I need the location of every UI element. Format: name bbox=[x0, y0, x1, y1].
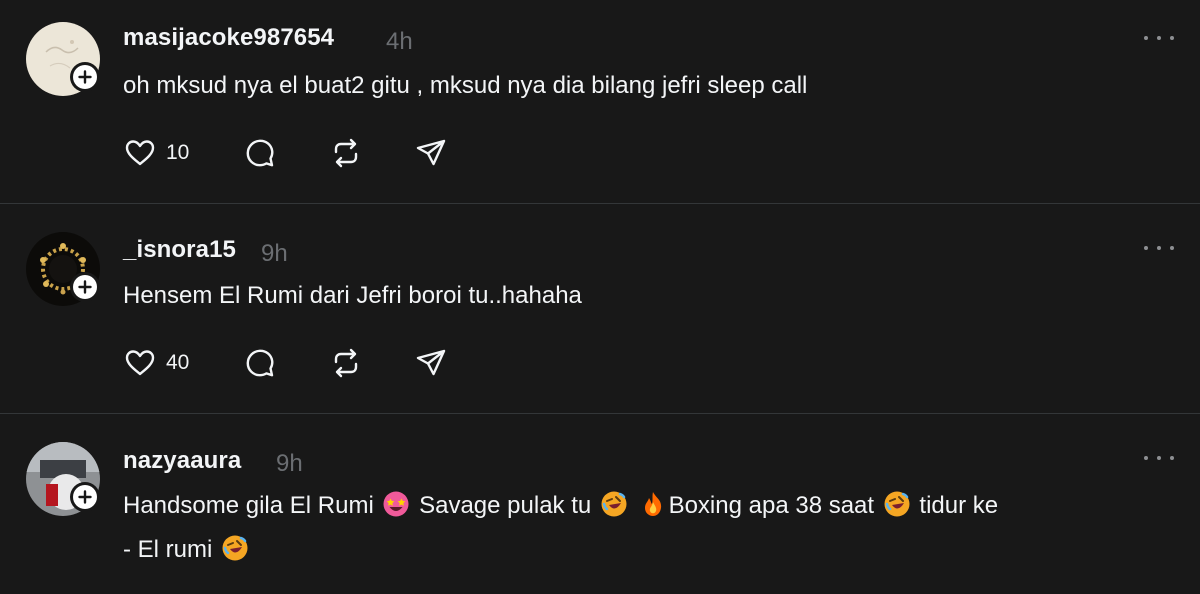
follow-button[interactable] bbox=[70, 482, 100, 512]
follow-button[interactable] bbox=[70, 62, 100, 92]
plus-icon bbox=[78, 70, 92, 84]
avatar-wrap[interactable] bbox=[26, 22, 100, 96]
fire-emoji-icon bbox=[644, 492, 661, 516]
avatar-wrap[interactable] bbox=[26, 232, 100, 306]
post: nazyaaura 9h Handsome gila El Rumi Savag… bbox=[0, 414, 1200, 594]
more-button[interactable] bbox=[1144, 238, 1174, 258]
repost-icon bbox=[334, 138, 358, 168]
rolling-laughing-emoji-icon bbox=[601, 491, 627, 517]
comment-icon bbox=[246, 349, 274, 377]
plus-icon bbox=[78, 280, 92, 294]
like-count: 40 bbox=[166, 351, 190, 374]
reply-button[interactable] bbox=[242, 345, 278, 381]
username[interactable]: _isnora15 bbox=[123, 236, 236, 264]
repost-button[interactable] bbox=[328, 345, 364, 381]
timestamp[interactable]: 9h bbox=[261, 240, 288, 268]
text-segment: Savage pulak tu bbox=[412, 492, 598, 519]
heart-icon bbox=[125, 350, 155, 376]
username[interactable]: nazyaaura bbox=[123, 447, 241, 475]
timestamp[interactable]: 9h bbox=[276, 450, 303, 478]
follow-button[interactable] bbox=[70, 272, 100, 302]
send-icon bbox=[416, 349, 446, 376]
rolling-laughing-emoji-icon bbox=[222, 535, 248, 561]
send-icon bbox=[416, 139, 446, 166]
post-text: oh mksud nya el buat2 gitu , mksud nya d… bbox=[123, 72, 808, 99]
star-struck-emoji-icon bbox=[383, 491, 409, 517]
repost-button[interactable] bbox=[328, 135, 364, 171]
like-count: 10 bbox=[166, 141, 190, 164]
post: masijacoke987654 4h oh mksud nya el buat… bbox=[0, 0, 1200, 203]
plus-icon bbox=[78, 490, 92, 504]
rolling-laughing-emoji-icon bbox=[884, 491, 910, 517]
post-text: Hensem El Rumi dari Jefri boroi tu..haha… bbox=[123, 282, 582, 309]
repost-icon bbox=[334, 348, 358, 378]
text-segment: Boxing apa 38 saat bbox=[668, 492, 881, 519]
comment-icon bbox=[246, 139, 274, 167]
like-button[interactable]: 40 bbox=[122, 345, 189, 381]
username[interactable]: masijacoke987654 bbox=[123, 24, 334, 52]
reply-button[interactable] bbox=[242, 135, 278, 171]
text-segment: tidur ke bbox=[912, 492, 999, 519]
text-segment: - El rumi bbox=[123, 536, 219, 563]
more-button[interactable] bbox=[1144, 448, 1174, 468]
more-button[interactable] bbox=[1144, 28, 1174, 48]
post: _isnora15 9h Hensem El Rumi dari Jefri b… bbox=[0, 204, 1200, 413]
avatar-wrap[interactable] bbox=[26, 442, 100, 516]
share-button[interactable] bbox=[413, 345, 449, 381]
timestamp[interactable]: 4h bbox=[386, 28, 413, 56]
threads-feed: masijacoke987654 4h oh mksud nya el buat… bbox=[0, 0, 1200, 594]
text-segment: Handsome gila El Rumi bbox=[123, 492, 381, 519]
text-segment bbox=[630, 492, 637, 519]
post-text: Handsome gila El Rumi Savage pulak tu Bo… bbox=[123, 484, 1173, 572]
heart-icon bbox=[125, 140, 155, 166]
share-button[interactable] bbox=[413, 135, 449, 171]
like-button[interactable]: 10 bbox=[122, 135, 189, 171]
